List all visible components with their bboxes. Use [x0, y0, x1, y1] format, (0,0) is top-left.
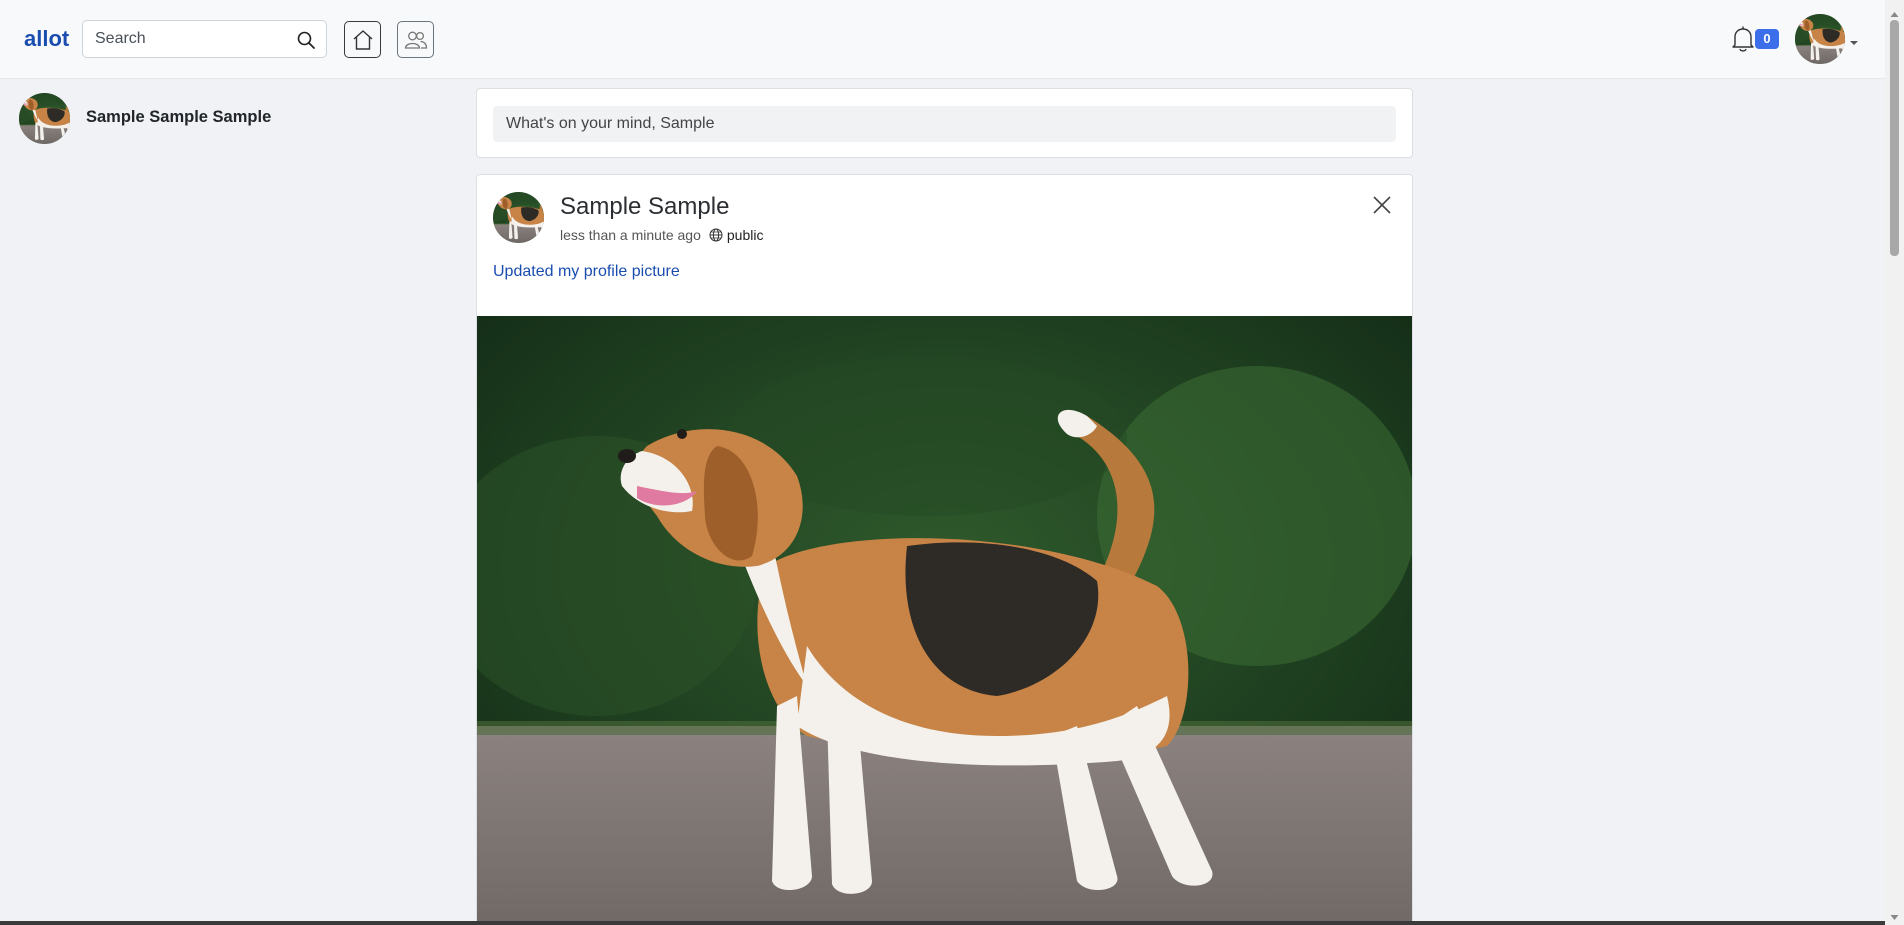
top-navbar: allot Search 0: [0, 0, 1885, 79]
sidebar-user-name: Sample Sample Sample: [86, 108, 272, 126]
scroll-down-arrow-icon[interactable]: [1890, 908, 1899, 920]
home-button[interactable]: [344, 21, 381, 58]
friends-button[interactable]: [397, 21, 434, 58]
close-icon: [1371, 196, 1393, 219]
post-timestamp: less than a minute ago: [560, 227, 701, 243]
avatar[interactable]: [1795, 14, 1845, 64]
post-text[interactable]: Updated my profile picture: [493, 263, 680, 281]
composer-input[interactable]: [493, 106, 1396, 142]
scrollbar-thumb[interactable]: [1890, 20, 1899, 256]
globe-icon: [709, 228, 723, 242]
window-bottom-edge: [0, 921, 1885, 925]
search-icon[interactable]: [296, 30, 316, 50]
post-card: Sample Sample less than a minute ago pub…: [476, 174, 1413, 925]
post-author-name[interactable]: Sample Sample: [560, 193, 729, 221]
post-visibility: public: [726, 227, 764, 243]
avatar[interactable]: [493, 192, 544, 243]
close-post-button[interactable]: [1371, 194, 1393, 216]
page-scrollbar[interactable]: [1885, 0, 1904, 925]
notification-count-badge[interactable]: 0: [1755, 29, 1779, 49]
post-image[interactable]: [477, 316, 1413, 925]
sidebar-profile-link[interactable]: Sample Sample Sample: [19, 93, 339, 145]
post-meta: less than a minute ago public: [560, 226, 763, 244]
search-input[interactable]: [83, 21, 283, 57]
avatar: [19, 93, 70, 144]
post-composer: [476, 88, 1413, 158]
scroll-up-arrow-icon[interactable]: [1890, 5, 1899, 17]
brand-logo[interactable]: allot: [24, 26, 69, 52]
search-box: [82, 20, 327, 58]
bell-icon[interactable]: [1730, 25, 1756, 53]
caret-down-icon[interactable]: [1849, 34, 1859, 45]
